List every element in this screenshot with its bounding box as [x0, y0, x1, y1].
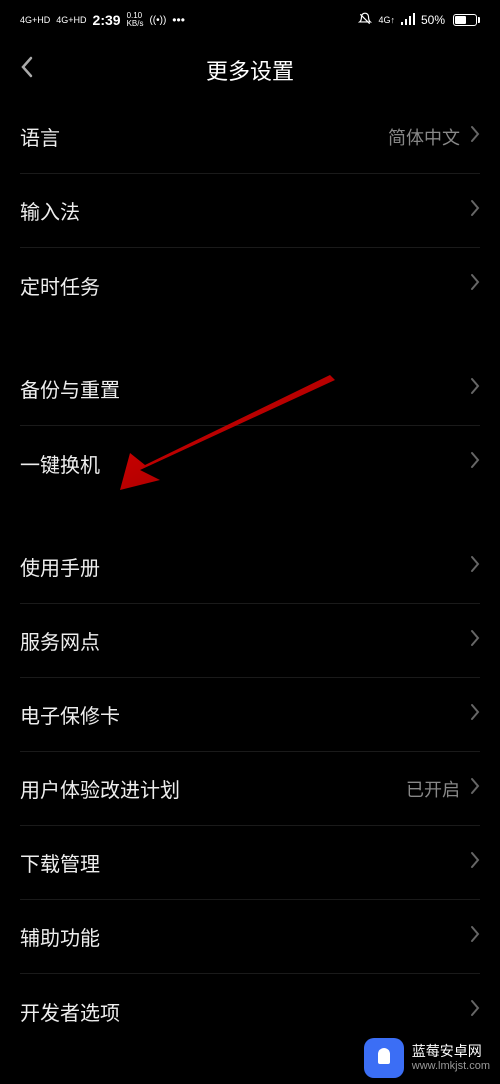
item-label: 下载管理 — [20, 848, 100, 877]
group-separator — [20, 322, 480, 352]
settings-item-input-method[interactable]: 输入法 — [20, 174, 480, 248]
settings-item-backup-reset[interactable]: 备份与重置 — [20, 352, 480, 426]
more-icon: ••• — [172, 13, 185, 27]
settings-item-user-manual[interactable]: 使用手册 — [20, 530, 480, 604]
status-bar: 4G+HD 4G+HD 2:39 0.10 KB/s ((•)) ••• 4G↑… — [0, 0, 500, 40]
item-label: 开发者选项 — [20, 997, 120, 1026]
item-label: 使用手册 — [20, 552, 100, 581]
settings-item-language[interactable]: 语言 简体中文 — [20, 100, 480, 174]
settings-item-download-manager[interactable]: 下载管理 — [20, 826, 480, 900]
chevron-right-icon — [470, 703, 480, 727]
chevron-right-icon — [470, 777, 480, 801]
hotspot-icon: ((•)) — [149, 15, 166, 26]
item-label: 电子保修卡 — [20, 700, 120, 729]
settings-item-ux-improvement[interactable]: 用户体验改进计划 已开启 — [20, 752, 480, 826]
chevron-right-icon — [470, 629, 480, 653]
alarm-off-icon — [358, 12, 372, 29]
chevron-right-icon — [470, 273, 480, 297]
chevron-right-icon — [470, 999, 480, 1023]
group-separator — [20, 500, 480, 530]
network-speed: 0.10 KB/s — [127, 12, 144, 28]
item-label: 服务网点 — [20, 626, 100, 655]
watermark-logo-icon — [364, 1038, 404, 1078]
chevron-right-icon — [470, 555, 480, 579]
signal-bars-icon — [401, 13, 415, 28]
item-label: 定时任务 — [20, 271, 100, 300]
chevron-right-icon — [470, 125, 480, 149]
settings-item-service-center[interactable]: 服务网点 — [20, 604, 480, 678]
chevron-right-icon — [470, 925, 480, 949]
page-title: 更多设置 — [206, 54, 294, 86]
status-right: 4G↑ 50% — [358, 12, 480, 29]
item-label: 语言 — [20, 122, 60, 151]
item-value: 简体中文 — [388, 124, 460, 150]
item-label: 用户体验改进计划 — [20, 774, 180, 803]
battery-icon — [451, 14, 480, 26]
page-header: 更多设置 — [0, 40, 500, 100]
chevron-right-icon — [470, 199, 480, 223]
item-value: 已开启 — [406, 776, 460, 802]
watermark: 蓝莓安卓网 www.lmkjst.com — [354, 1032, 500, 1084]
battery-percent: 50% — [421, 13, 445, 27]
chevron-right-icon — [470, 377, 480, 401]
back-button[interactable] — [20, 55, 34, 86]
status-left: 4G+HD 4G+HD 2:39 0.10 KB/s ((•)) ••• — [20, 12, 185, 28]
watermark-title: 蓝莓安卓网 — [412, 1043, 490, 1060]
item-label: 辅助功能 — [20, 922, 100, 951]
signal-1-icon: 4G+HD — [20, 15, 50, 25]
settings-item-accessibility[interactable]: 辅助功能 — [20, 900, 480, 974]
watermark-url: www.lmkjst.com — [412, 1060, 490, 1073]
chevron-right-icon — [470, 451, 480, 475]
settings-list: 语言 简体中文输入法定时任务备份与重置一键换机使用手册服务网点电子保修卡用户体验改… — [0, 100, 500, 1048]
item-label: 输入法 — [20, 196, 80, 225]
chevron-right-icon — [470, 851, 480, 875]
item-label: 备份与重置 — [20, 374, 120, 403]
item-label: 一键换机 — [20, 449, 100, 478]
settings-item-phone-clone[interactable]: 一键换机 — [20, 426, 480, 500]
network-right-icon: 4G↑ — [378, 15, 395, 25]
status-time: 2:39 — [93, 12, 121, 28]
settings-item-warranty-card[interactable]: 电子保修卡 — [20, 678, 480, 752]
signal-2-icon: 4G+HD — [56, 15, 86, 25]
settings-item-scheduled-tasks[interactable]: 定时任务 — [20, 248, 480, 322]
